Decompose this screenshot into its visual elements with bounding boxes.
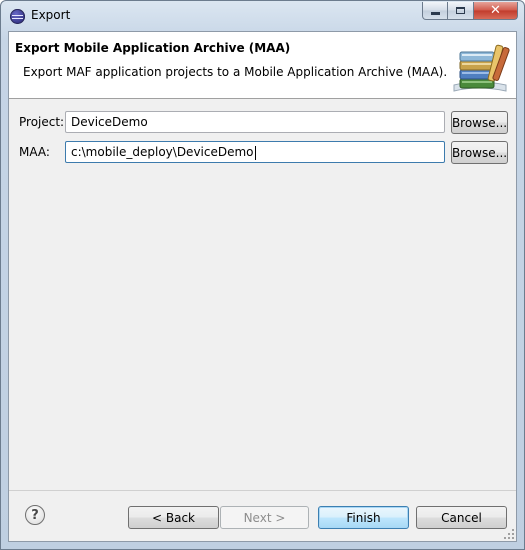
project-value: DeviceDemo xyxy=(71,115,148,129)
window-controls: ✕ xyxy=(422,2,518,20)
maximize-icon xyxy=(456,7,465,14)
archive-books-icon xyxy=(453,44,510,92)
resize-grip-icon[interactable] xyxy=(504,529,514,539)
minimize-button[interactable] xyxy=(422,2,448,20)
project-input[interactable]: DeviceDemo xyxy=(65,111,445,133)
close-button[interactable]: ✕ xyxy=(474,2,518,20)
eclipse-app-icon xyxy=(10,9,25,24)
project-browse-button[interactable]: Browse... xyxy=(451,111,508,134)
title-bar[interactable]: Export ✕ xyxy=(1,1,524,31)
maa-browse-button[interactable]: Browse... xyxy=(451,141,508,164)
footer-separator xyxy=(9,490,516,491)
help-symbol: ? xyxy=(31,507,39,523)
project-row: Project: DeviceDemo Browse... xyxy=(9,111,516,135)
text-caret xyxy=(254,145,256,160)
help-icon[interactable]: ? xyxy=(25,505,45,525)
next-button[interactable]: Next > xyxy=(220,506,309,529)
finish-button[interactable]: Finish xyxy=(318,506,409,529)
wizard-header: Export Mobile Application Archive (MAA) … xyxy=(9,32,516,99)
maa-path-value: c:\mobile_deploy\DeviceDemo xyxy=(71,145,254,159)
window-title: Export xyxy=(31,8,71,22)
wizard-description: Export MAF application projects to a Mob… xyxy=(23,65,448,79)
back-button[interactable]: < Back xyxy=(128,506,219,529)
dialog-body: Export Mobile Application Archive (MAA) … xyxy=(8,31,517,542)
maa-path-input[interactable]: c:\mobile_deploy\DeviceDemo xyxy=(65,141,445,163)
wizard-title: Export Mobile Application Archive (MAA) xyxy=(15,41,291,55)
minimize-icon xyxy=(430,12,440,15)
maximize-button[interactable] xyxy=(448,2,474,20)
maa-label: MAA: xyxy=(19,145,50,159)
cancel-button[interactable]: Cancel xyxy=(416,506,507,529)
close-icon: ✕ xyxy=(490,3,501,18)
maa-row: MAA: c:\mobile_deploy\DeviceDemo Browse.… xyxy=(9,141,516,165)
export-dialog-window: Export ✕ Export Mobile Application Archi… xyxy=(0,0,525,550)
project-label: Project: xyxy=(19,115,65,129)
